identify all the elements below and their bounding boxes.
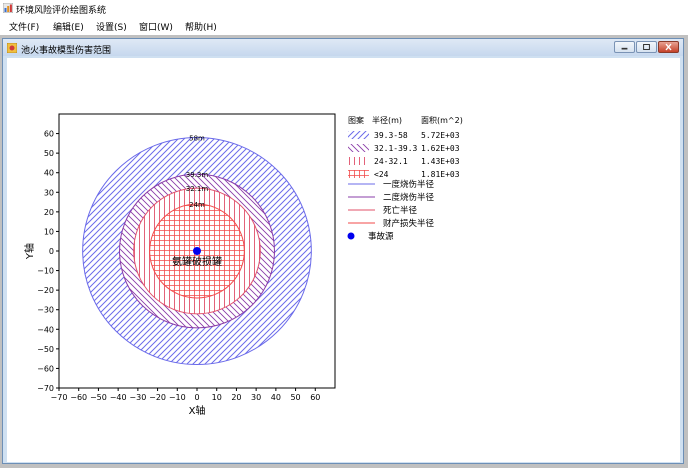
legend-header-pattern: 图案 — [348, 115, 364, 125]
legend-area-1: 1.62E+03 — [421, 144, 460, 153]
chart-child-window: 池火事故模型伤害范围 58m 39.3m 32.1m 24m 氨罐破损罐 −70… — [2, 38, 684, 464]
close-button[interactable] — [658, 41, 679, 53]
menu-settings[interactable]: 设置(S) — [96, 20, 127, 33]
circle-radius-label-1: 39.3m — [186, 171, 209, 179]
legend-range-1: 32.1-39.3 — [374, 144, 418, 153]
chart-canvas-area: 58m 39.3m 32.1m 24m 氨罐破损罐 −70 −60 −50 −40 −30 −20… — [7, 58, 680, 462]
menu-window[interactable]: 窗口(W) — [139, 20, 173, 33]
legend-area-3: 1.81E+03 — [421, 170, 460, 179]
legend-header-radius: 半径(m) — [372, 115, 402, 125]
y-tick-label-12: 50 — [44, 149, 54, 158]
legend-area-2: 1.43E+03 — [421, 157, 460, 166]
x-tick-label-6: −10 — [169, 393, 186, 402]
legend-range-3: <24 — [374, 170, 389, 179]
circle-radius-label-0: 58m — [189, 134, 205, 142]
y-tick-label-8: 10 — [44, 227, 54, 236]
menu-bar: 文件(F) 编辑(E) 设置(S) 窗口(W) 帮助(H) — [0, 17, 688, 34]
app-title-bar: 环境风险评价绘图系统 — [0, 0, 688, 16]
restore-icon — [643, 44, 650, 50]
child-window-icon — [7, 43, 17, 53]
legend-swatch-3 — [348, 170, 369, 178]
legend-line-label-1: 二度烧伤半径 — [383, 192, 435, 203]
pool-fire-chart: 58m39.3m32.1m24m氨罐破损罐 −70 −60 −50 −40 −30 −20… — [23, 113, 463, 417]
y-tick-label-7: 0 — [49, 247, 54, 256]
y-tick-label-9: 20 — [44, 208, 54, 217]
y-tick-label-3: −40 — [37, 325, 54, 334]
app-title: 环境风险评价绘图系统 — [16, 6, 107, 16]
minimize-button[interactable] — [614, 41, 635, 53]
source-point — [193, 247, 201, 255]
legend-point-label: 事故源 — [368, 231, 394, 242]
y-tick-label-1: −60 — [37, 364, 54, 373]
x-axis-label: X轴 — [189, 404, 206, 417]
x-tick-label-9: 20 — [231, 393, 241, 402]
close-icon — [665, 43, 672, 51]
y-tick-label-13: 60 — [44, 130, 54, 139]
legend-line-label-0: 一度烧伤半径 — [383, 179, 435, 190]
legend-header-area: 面积(m^2) — [421, 115, 463, 125]
legend-range-0: 39.3-58 — [374, 131, 408, 140]
circle-radius-label-3: 24m — [189, 201, 205, 209]
legend-area-0: 5.72E+03 — [421, 131, 460, 140]
x-tick-label-13: 60 — [310, 393, 320, 402]
y-tick-label-4: −30 — [37, 306, 54, 315]
legend-swatch-1 — [348, 144, 369, 152]
x-tick-label-12: 50 — [290, 393, 300, 402]
legend-swatch-0 — [348, 131, 369, 139]
source-label: 氨罐破损罐 — [172, 255, 222, 268]
legend-point-marker — [347, 232, 355, 240]
child-title-bar[interactable]: 池火事故模型伤害范围 — [3, 39, 683, 56]
y-tick-label-6: −10 — [37, 267, 54, 276]
x-tick-label-10: 30 — [251, 393, 261, 402]
y-tick-label-2: −50 — [37, 345, 54, 354]
x-tick-label-11: 40 — [271, 393, 281, 402]
x-tick-label-2: −50 — [90, 393, 107, 402]
x-tick-label-4: −30 — [129, 393, 146, 402]
legend-line-label-3: 财产损失半径 — [383, 218, 435, 229]
x-tick-label-3: −40 — [110, 393, 127, 402]
y-tick-label-0: −70 — [37, 384, 54, 393]
x-tick-label-7: 0 — [194, 393, 199, 402]
y-axis-label: Y轴 — [23, 243, 36, 260]
maximize-button[interactable] — [636, 41, 657, 53]
x-tick-label-1: −60 — [70, 393, 87, 402]
menu-help[interactable]: 帮助(H) — [185, 20, 217, 33]
menu-edit[interactable]: 编辑(E) — [53, 20, 84, 33]
y-tick-label-5: −20 — [37, 286, 54, 295]
legend-swatch-2 — [348, 157, 369, 165]
minimize-icon — [621, 47, 628, 50]
y-tick-label-11: 40 — [44, 169, 54, 178]
app-icon — [3, 3, 13, 13]
child-window-title: 池火事故模型伤害范围 — [21, 46, 112, 56]
x-tick-label-8: 10 — [212, 393, 222, 402]
x-tick-label-0: −70 — [51, 393, 68, 402]
y-tick-label-10: 30 — [44, 188, 54, 197]
menu-file[interactable]: 文件(F) — [9, 20, 39, 33]
legend-range-2: 24-32.1 — [374, 157, 408, 166]
x-tick-label-5: −20 — [149, 393, 166, 402]
legend-line-label-2: 死亡半径 — [383, 205, 418, 216]
circle-radius-label-2: 32.1m — [186, 185, 209, 193]
